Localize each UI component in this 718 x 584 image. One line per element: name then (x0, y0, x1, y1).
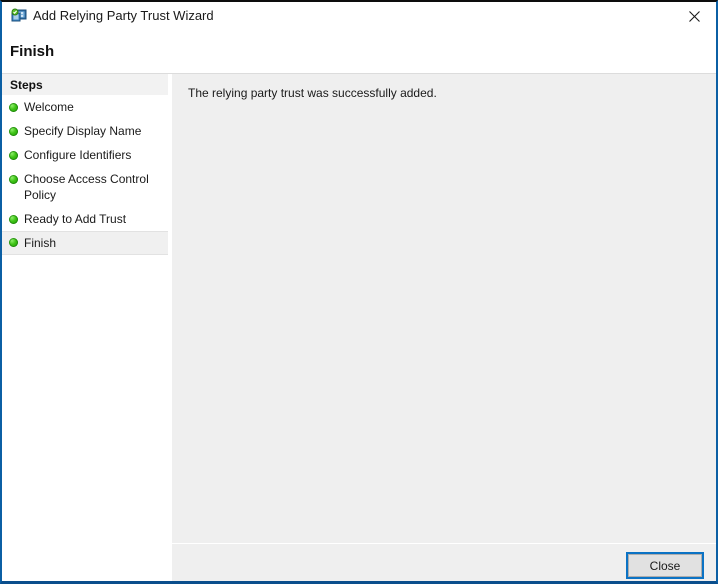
sidebar-item-welcome[interactable]: Welcome (2, 95, 168, 119)
content-panel: The relying party trust was successfully… (169, 74, 716, 581)
steps-list: Welcome Specify Display Name Configure I… (2, 95, 168, 255)
sidebar-item-label: Configure Identifiers (24, 148, 132, 162)
close-icon[interactable] (672, 2, 716, 30)
sidebar-item-label: Specify Display Name (24, 124, 142, 138)
wizard-app-icon (11, 8, 27, 24)
sidebar-item-label: Choose Access Control Policy (24, 172, 149, 202)
sidebar-item-label: Ready to Add Trust (24, 212, 127, 226)
steps-sidebar: Steps Welcome Specify Display Name Confi… (2, 74, 168, 581)
page-title: Finish (10, 43, 55, 60)
sidebar-item-ready-to-add-trust[interactable]: Ready to Add Trust (2, 207, 168, 231)
steps-header: Steps (2, 74, 168, 95)
step-status-icon (9, 215, 18, 224)
button-bar: Close (172, 545, 716, 581)
sidebar-item-finish[interactable]: Finish (2, 231, 168, 255)
sidebar-item-label: Welcome (24, 100, 74, 114)
title-bar: Add Relying Party Trust Wizard (2, 2, 716, 30)
step-status-icon (9, 238, 18, 247)
content-area: The relying party trust was successfully… (172, 74, 716, 544)
status-message: The relying party trust was successfully… (188, 86, 437, 100)
sidebar-item-configure-identifiers[interactable]: Configure Identifiers (2, 143, 168, 167)
steps-header-label: Steps (10, 78, 43, 92)
close-button[interactable]: Close (626, 552, 704, 579)
sidebar-item-choose-access-control-policy[interactable]: Choose Access Control Policy (2, 167, 168, 207)
step-status-icon (9, 175, 18, 184)
wizard-header: Finish (2, 30, 716, 74)
sidebar-item-label: Finish (24, 236, 57, 250)
step-status-icon (9, 127, 18, 136)
step-status-icon (9, 151, 18, 160)
wizard-window: Add Relying Party Trust Wizard Finish St… (0, 0, 718, 584)
step-status-icon (9, 103, 18, 112)
wizard-body: Steps Welcome Specify Display Name Confi… (2, 74, 716, 581)
sidebar-item-specify-display-name[interactable]: Specify Display Name (2, 119, 168, 143)
window-title: Add Relying Party Trust Wizard (33, 8, 214, 23)
